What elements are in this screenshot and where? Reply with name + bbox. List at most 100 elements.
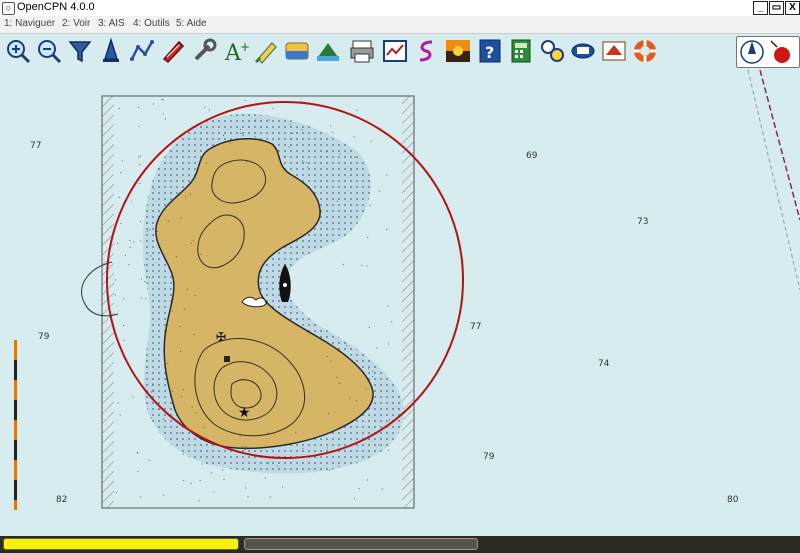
svg-text:·: · [122,295,125,305]
hatched-border-right [402,96,414,508]
svg-text:·: · [184,193,187,203]
menu-outils[interactable]: 4: Outils [133,18,170,29]
svg-text:·: · [381,485,384,495]
svg-text:·: · [353,133,356,143]
route-manager-icon[interactable] [381,37,409,65]
svg-text:·: · [118,104,121,114]
route-icon[interactable] [128,37,156,65]
print-icon[interactable] [348,37,376,65]
menu-ais[interactable]: 3: AIS [98,18,125,29]
svg-text:·: · [130,198,133,208]
sounding-label: 74 [598,359,610,369]
svg-text:·: · [140,275,143,285]
svg-text:·: · [119,168,122,178]
svg-text:·: · [369,201,372,211]
track-icon[interactable] [412,37,440,65]
svg-text:·: · [221,466,224,476]
lifebuoy-icon[interactable] [631,37,659,65]
scale-bar [14,340,17,510]
svg-text:·: · [360,262,363,272]
svg-text:·: · [244,97,247,107]
svg-text:·: · [178,322,181,332]
svg-text:·: · [171,388,174,398]
svg-text:·: · [186,286,189,296]
svg-text:·: · [183,305,186,315]
window-title-bar: ○ OpenCPN 4.0.0 _ ▭ X [0,0,800,17]
chart-layers-icon[interactable] [314,37,342,65]
svg-text:·: · [150,414,153,424]
status-bar [0,536,800,553]
tracking-icon[interactable] [159,37,187,65]
svg-text:·: · [158,406,161,416]
svg-text:·: · [339,150,342,160]
building-symbol-icon [224,356,230,362]
svg-text:·: · [378,187,381,197]
svg-text:·: · [326,352,329,362]
maximize-button[interactable]: ▭ [769,1,784,15]
svg-text:·: · [114,276,117,286]
svg-text:·: · [195,409,198,419]
pencil-icon[interactable] [252,37,280,65]
svg-text:·: · [137,153,140,163]
calculator-icon[interactable] [507,37,535,65]
svg-text:·: · [122,336,125,346]
svg-text:·: · [203,423,206,433]
sat-icon[interactable] [569,37,597,65]
svg-text:·: · [156,227,159,237]
svg-text:·: · [368,324,371,334]
progress-bar-primary [3,538,239,550]
svg-text:·: · [388,416,391,426]
svg-text:·: · [182,476,185,486]
menu-naviguer[interactable]: 1: Naviguer [4,18,55,29]
svg-text:·: · [245,443,248,453]
tide-current-icon[interactable] [283,37,311,65]
svg-text:·: · [115,488,118,498]
svg-text:·: · [121,157,124,167]
svg-text:·: · [148,456,151,466]
svg-text:·: · [199,476,202,486]
sunset-color-icon[interactable] [444,37,472,65]
summit-star-icon: ★ [238,405,251,421]
svg-text:·: · [390,318,393,328]
svg-text:·: · [152,380,155,390]
svg-text:·: · [370,137,373,147]
svg-text:·: · [137,467,140,477]
svg-text:·: · [138,123,141,133]
svg-text:·: · [366,262,369,272]
svg-text:·: · [229,139,232,149]
svg-text:·: · [365,385,368,395]
chart-canvas[interactable]: ✠ ★ · · · · · · · · · · · · · · · · · · · · · · · · · · · · · · · · · · · ·… [0,70,800,536]
zoom-in-icon[interactable] [4,37,32,65]
svg-text:·: · [143,261,146,271]
svg-text:·: · [119,411,122,421]
menu-aide[interactable]: 5: Aide [176,18,207,29]
svg-text:·: · [366,234,369,244]
svg-text:·: · [387,340,390,350]
svg-text:·: · [182,450,185,460]
help-icon[interactable]: ? [476,37,504,65]
svg-text:·: · [116,399,119,409]
sounding-label: 77 [30,141,41,151]
svg-text:·: · [367,365,370,375]
svg-text:·: · [223,475,226,485]
church-symbol-icon: ✠ [216,330,226,344]
quilt-filter-icon[interactable] [66,37,94,65]
gpx-export-icon[interactable] [600,37,628,65]
menu-voir[interactable]: 2: Voir [62,18,90,29]
boat-follow-icon[interactable] [97,37,125,65]
text-tool-icon[interactable]: A + [221,37,249,65]
svg-text:·: · [247,493,250,503]
svg-text:·: · [205,159,208,169]
close-button[interactable]: X [785,1,800,15]
svg-text:·: · [254,132,257,142]
dashboard-icon[interactable] [538,37,566,65]
svg-text:·: · [272,105,275,115]
sounding-label: 77 [470,322,481,332]
compass-widget[interactable] [736,36,800,68]
minimize-button[interactable]: _ [753,1,768,15]
svg-text:·: · [353,495,356,505]
svg-text:·: · [179,214,182,224]
svg-text:·: · [330,357,333,367]
options-wrench-icon[interactable] [190,37,218,65]
zoom-out-icon[interactable] [35,37,63,65]
